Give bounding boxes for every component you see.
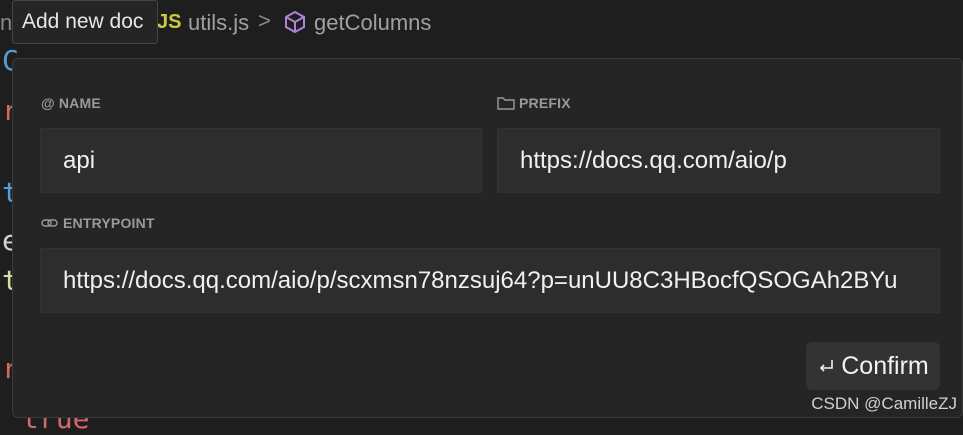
- entrypoint-input[interactable]: https://docs.qq.com/aio/p/scxmsn78nzsuj6…: [40, 248, 940, 313]
- tooltip: Add new doc: [12, 0, 158, 44]
- prefix-input[interactable]: https://docs.qq.com/aio/p: [497, 128, 940, 193]
- chevron-right-icon: >: [258, 8, 271, 33]
- confirm-button[interactable]: Confirm: [806, 342, 940, 390]
- add-doc-dialog: @ NAME api PREFIX https://docs.qq.com/ai…: [12, 58, 963, 418]
- confirm-label: Confirm: [841, 351, 929, 380]
- return-icon: [817, 357, 835, 375]
- watermark: CSDN @CamilleZJ: [811, 394, 957, 413]
- symbol-method-icon: [283, 10, 307, 34]
- link-icon: [41, 216, 59, 230]
- breadcrumb-file[interactable]: utils.js: [188, 10, 249, 36]
- folder-icon: [497, 96, 515, 110]
- prefix-label: PREFIX: [497, 95, 571, 111]
- at-icon: @: [41, 95, 55, 111]
- js-file-icon: JS: [157, 11, 182, 33]
- breadcrumb-symbol[interactable]: getColumns: [314, 10, 431, 36]
- name-label: @ NAME: [41, 95, 101, 111]
- breadcrumb-fragment: n: [0, 10, 13, 35]
- entrypoint-label: ENTRYPOINT: [41, 215, 155, 231]
- tooltip-text: Add new doc: [22, 10, 144, 33]
- name-input[interactable]: api: [40, 128, 482, 193]
